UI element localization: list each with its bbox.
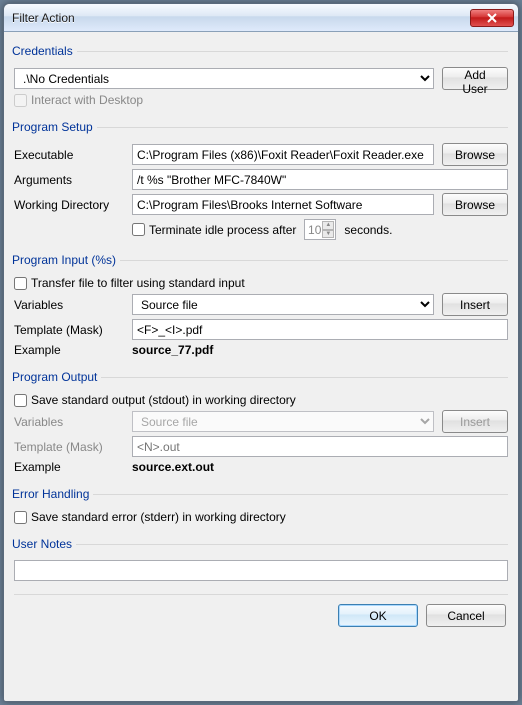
program-output-group: Program Output Save standard output (std…	[14, 370, 508, 479]
save-stderr-checkbox[interactable]: Save standard error (stderr) in working …	[14, 510, 286, 524]
input-example-label: Example	[14, 343, 124, 357]
terminate-label: Terminate idle process after	[149, 223, 296, 237]
dialog-footer: OK Cancel	[14, 594, 508, 636]
executable-input[interactable]	[132, 144, 434, 165]
credentials-legend: Credentials	[12, 44, 77, 58]
workdir-browse-button[interactable]: Browse	[442, 193, 508, 216]
interact-desktop-input[interactable]	[14, 94, 27, 107]
transfer-stdin-checkbox[interactable]: Transfer file to filter using standard i…	[14, 276, 245, 290]
terminate-checkbox[interactable]: Terminate idle process after	[132, 223, 296, 237]
program-setup-legend: Program Setup	[12, 120, 97, 134]
dialog-window: Filter Action Credentials .\No Credentia…	[3, 3, 519, 702]
chevron-down-icon[interactable]: ▼	[322, 230, 334, 239]
arguments-label: Arguments	[14, 173, 124, 187]
interact-desktop-label: Interact with Desktop	[31, 93, 143, 107]
spinner-arrows[interactable]: ▲ ▼	[322, 221, 334, 238]
ok-button[interactable]: OK	[338, 604, 418, 627]
close-icon	[487, 13, 497, 23]
user-notes-legend: User Notes	[12, 537, 76, 551]
user-notes-input[interactable]	[14, 560, 508, 581]
close-button[interactable]	[470, 9, 514, 27]
input-variables-combo[interactable]: Source file	[132, 294, 434, 315]
save-stderr-label: Save standard error (stderr) in working …	[31, 510, 286, 524]
output-example-value: source.ext.out	[132, 460, 214, 474]
credentials-combo[interactable]: .\No Credentials	[14, 68, 434, 89]
save-stderr-input[interactable]	[14, 511, 27, 524]
output-example-label: Example	[14, 460, 124, 474]
chevron-up-icon[interactable]: ▲	[322, 221, 334, 230]
workdir-input[interactable]	[132, 194, 434, 215]
output-variables-combo: Source file	[132, 411, 434, 432]
executable-browse-button[interactable]: Browse	[442, 143, 508, 166]
transfer-stdin-label: Transfer file to filter using standard i…	[31, 276, 245, 290]
input-template-field[interactable]	[132, 319, 508, 340]
save-stdout-input[interactable]	[14, 394, 27, 407]
user-notes-group: User Notes	[14, 537, 508, 586]
save-stdout-checkbox[interactable]: Save standard output (stdout) in working…	[14, 393, 296, 407]
cancel-button[interactable]: Cancel	[426, 604, 506, 627]
add-user-button[interactable]: Add User	[442, 67, 508, 90]
program-output-legend: Program Output	[12, 370, 101, 384]
program-input-group: Program Input (%s) Transfer file to filt…	[14, 253, 508, 362]
program-input-legend: Program Input (%s)	[12, 253, 120, 267]
client-area: Credentials .\No Credentials Add User In…	[4, 32, 518, 701]
workdir-label: Working Directory	[14, 198, 124, 212]
transfer-stdin-input[interactable]	[14, 277, 27, 290]
executable-label: Executable	[14, 148, 124, 162]
terminate-suffix: seconds.	[344, 223, 392, 237]
input-template-label: Template (Mask)	[14, 323, 124, 337]
save-stdout-label: Save standard output (stdout) in working…	[31, 393, 296, 407]
error-handling-legend: Error Handling	[12, 487, 93, 501]
input-insert-button[interactable]: Insert	[442, 293, 508, 316]
input-variables-label: Variables	[14, 298, 124, 312]
terminate-input[interactable]	[132, 223, 145, 236]
program-setup-group: Program Setup Executable Browse Argument…	[14, 120, 508, 245]
output-template-field	[132, 436, 508, 457]
error-handling-group: Error Handling Save standard error (stde…	[14, 487, 508, 529]
output-template-label: Template (Mask)	[14, 440, 124, 454]
arguments-input[interactable]	[132, 169, 508, 190]
input-example-value: source_77.pdf	[132, 343, 213, 357]
credentials-group: Credentials .\No Credentials Add User In…	[14, 44, 508, 112]
titlebar[interactable]: Filter Action	[4, 4, 518, 32]
interact-desktop-checkbox[interactable]: Interact with Desktop	[14, 93, 143, 107]
window-title: Filter Action	[12, 11, 470, 25]
terminate-seconds-spinner[interactable]: 10 ▲ ▼	[304, 219, 336, 240]
output-variables-label: Variables	[14, 415, 124, 429]
output-insert-button: Insert	[442, 410, 508, 433]
